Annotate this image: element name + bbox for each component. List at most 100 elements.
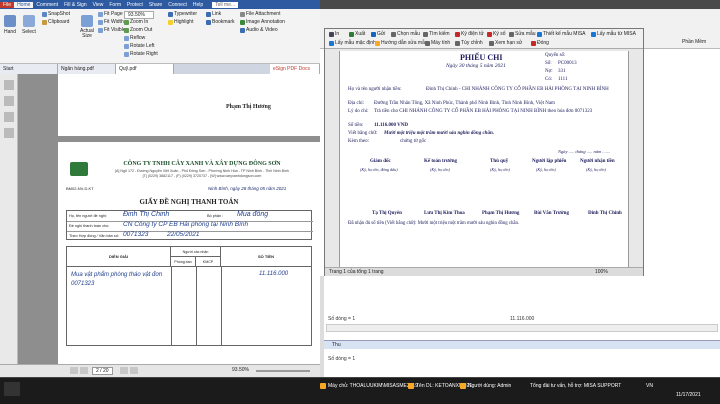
role-note-chief-accountant: (Ký, họ tên) xyxy=(430,167,450,172)
clipboard-button[interactable]: Clipboard xyxy=(42,19,69,25)
comments-panel-icon[interactable] xyxy=(3,128,14,138)
tell-me-search[interactable]: Tell me... xyxy=(212,1,239,8)
zoom-out-icon xyxy=(124,27,129,33)
preview-button[interactable]: Xem hạn sử xyxy=(489,40,522,46)
book-label: Quyển số: xyxy=(545,53,566,58)
prev-page-button[interactable] xyxy=(80,367,88,374)
template-help-button[interactable]: Hướng dẫn sửa mẫu xyxy=(375,40,428,46)
tab-comment[interactable]: Comment xyxy=(33,2,61,8)
address-label: Địa chỉ: xyxy=(348,101,364,106)
tab-home[interactable]: Home xyxy=(14,1,34,8)
image-annotation-button[interactable]: Image Annotation xyxy=(240,19,285,25)
page1-signer-name: Phạm Thị Hương xyxy=(226,104,271,110)
audio-video-button[interactable]: Audio & Video xyxy=(240,27,278,33)
bookmark-icon xyxy=(206,19,211,25)
pages-panel-icon[interactable] xyxy=(3,96,14,106)
camera-icon xyxy=(42,11,47,17)
export-button[interactable]: Xuất xyxy=(349,31,365,37)
highlight-button[interactable]: Highlight xyxy=(168,19,193,25)
grid-row-count: Số dòng = 1 xyxy=(328,316,356,322)
next-page-button[interactable] xyxy=(120,367,128,374)
actual-size-button[interactable]: Actual Size xyxy=(76,15,98,39)
reflow-button[interactable]: Reflow xyxy=(124,35,145,41)
find-button[interactable]: Tìm kiếm xyxy=(423,31,450,37)
zoom-out-button[interactable]: Zoom Out xyxy=(124,27,152,33)
language-indicator[interactable]: VN xyxy=(646,381,653,391)
page-number-field[interactable]: 2 / 20 xyxy=(92,367,113,375)
get-misa-template-button[interactable]: Lấy mẫu từ MISA xyxy=(591,31,636,37)
start-icon[interactable] xyxy=(4,382,20,396)
highlight-icon xyxy=(168,19,173,25)
report-toolbar: In Xuất Gửi Chọn mẫu Tìm kiếm Ký điện tử… xyxy=(325,29,643,49)
send-button[interactable]: Gửi xyxy=(371,31,385,37)
item-amount: 11.116.000 xyxy=(259,271,289,277)
last-page-button[interactable] xyxy=(130,367,138,374)
customize-button[interactable]: Tùy chỉnh xyxy=(455,40,483,46)
received-statement: Đã nhận đủ số tiền (Viết bằng chữ): Mười… xyxy=(348,221,520,226)
bookmark-button[interactable]: Bookmark xyxy=(206,19,235,25)
reset-icon xyxy=(329,40,334,46)
typewriter-button[interactable]: Typewriter xyxy=(168,11,197,17)
hand-tool-button[interactable]: Hand xyxy=(4,15,16,35)
doc-tab-start[interactable]: Start xyxy=(0,64,58,74)
amount-label: Số tiền: xyxy=(348,123,364,128)
link-button[interactable]: Link xyxy=(206,11,221,17)
name-receiver: Đinh Thị Chinh xyxy=(588,211,622,216)
fit-width-button[interactable]: Fit Width xyxy=(98,19,124,25)
e-sign-button[interactable]: Ký điện tử xyxy=(455,31,484,37)
fit-visible-button[interactable]: Fit Visible xyxy=(98,27,126,33)
file-attachment-button[interactable]: File Attachment xyxy=(240,11,280,17)
role-preparer: Người lập phiếu xyxy=(532,159,567,164)
credit-label: Có: xyxy=(545,77,553,82)
zoom-slider[interactable] xyxy=(256,370,310,372)
fit-page-icon xyxy=(98,11,103,17)
image-icon xyxy=(240,19,245,25)
fit-page-button[interactable]: Fit Page xyxy=(98,11,123,17)
name-chief-accountant: Lưu Thị Kim Thoa xyxy=(424,211,465,216)
close-button[interactable]: Đóng xyxy=(531,40,549,46)
tab-form[interactable]: Form xyxy=(106,2,124,8)
attachment-value: chứng từ gốc xyxy=(400,139,427,144)
company-phone: [T] (0229) 3882117 - (F) (0229) 3720737 … xyxy=(142,174,262,178)
default-template-button[interactable]: Lấy mẫu mặc định xyxy=(329,40,376,46)
role-note-preparer: (Ký, họ tên) xyxy=(536,167,556,172)
grid-total: 11.116.000 xyxy=(510,316,535,322)
taskbar: Máy chủ: THOALUUKIM\MISASME2019 Tên DL: … xyxy=(0,377,720,404)
tab-connect[interactable]: Connect xyxy=(165,2,190,8)
tab-view[interactable]: View xyxy=(90,2,107,8)
link-icon xyxy=(206,11,211,17)
attachment-label: Kèm theo: xyxy=(348,139,369,144)
pdf-navigation-panel xyxy=(0,74,18,377)
esign-label[interactable]: eSign PDF Docs xyxy=(270,64,320,74)
document-tabs: Start Ngân hàng.pdf Quỹ.pdf eSign PDF Do… xyxy=(0,64,320,74)
doc-tab-ngan-hang[interactable]: Ngân hàng.pdf xyxy=(58,64,116,74)
col-divider-1 xyxy=(171,267,172,345)
tab-help[interactable]: Help xyxy=(190,2,206,8)
choose-template-button[interactable]: Chọn mẫu xyxy=(391,31,420,37)
first-page-button[interactable] xyxy=(70,367,78,374)
print-button[interactable]: In xyxy=(329,31,339,37)
tab-share[interactable]: Share xyxy=(146,2,165,8)
edit-template-button[interactable]: Sửa mẫu xyxy=(509,31,536,37)
reason-label: Lý do chi: xyxy=(348,109,369,114)
digital-sign-button[interactable]: Ký số xyxy=(487,31,506,37)
doc-tab-quy[interactable]: Quỹ.pdf xyxy=(116,64,174,74)
rotate-left-button[interactable]: Rotate Left xyxy=(124,43,154,49)
report-viewer: In Xuất Gửi Chọn mẫu Tìm kiếm Ký điện tử… xyxy=(324,28,644,276)
name-director: Tạ Thị Quyên xyxy=(372,211,402,216)
rotate-right-button[interactable]: Rotate Right xyxy=(124,51,158,57)
layers-panel-icon[interactable] xyxy=(3,112,14,122)
zoom-in-button[interactable]: Zoom In xyxy=(124,19,148,25)
tab-file[interactable]: File xyxy=(0,1,15,8)
calculator-button[interactable]: Máy tính xyxy=(425,40,450,46)
design-template-button[interactable]: Thiết kế mẫu MISA xyxy=(537,31,586,37)
typewriter-icon xyxy=(168,11,173,17)
tab-fill-sign[interactable]: Fill & Sign xyxy=(61,2,90,8)
tab-protect[interactable]: Protect xyxy=(124,2,146,8)
bookmark-panel-icon[interactable] xyxy=(3,80,14,90)
horizontal-scrollbar[interactable] xyxy=(326,324,718,332)
snapshot-button[interactable]: SnapShot xyxy=(42,11,70,17)
pdf-page-area[interactable]: Phạm Thị Hương CÔNG TY TNHH CÂY XANH VÀ … xyxy=(18,74,320,364)
select-tool-button[interactable]: Select xyxy=(22,15,36,35)
zoom-select[interactable]: 93.50% xyxy=(124,11,154,19)
